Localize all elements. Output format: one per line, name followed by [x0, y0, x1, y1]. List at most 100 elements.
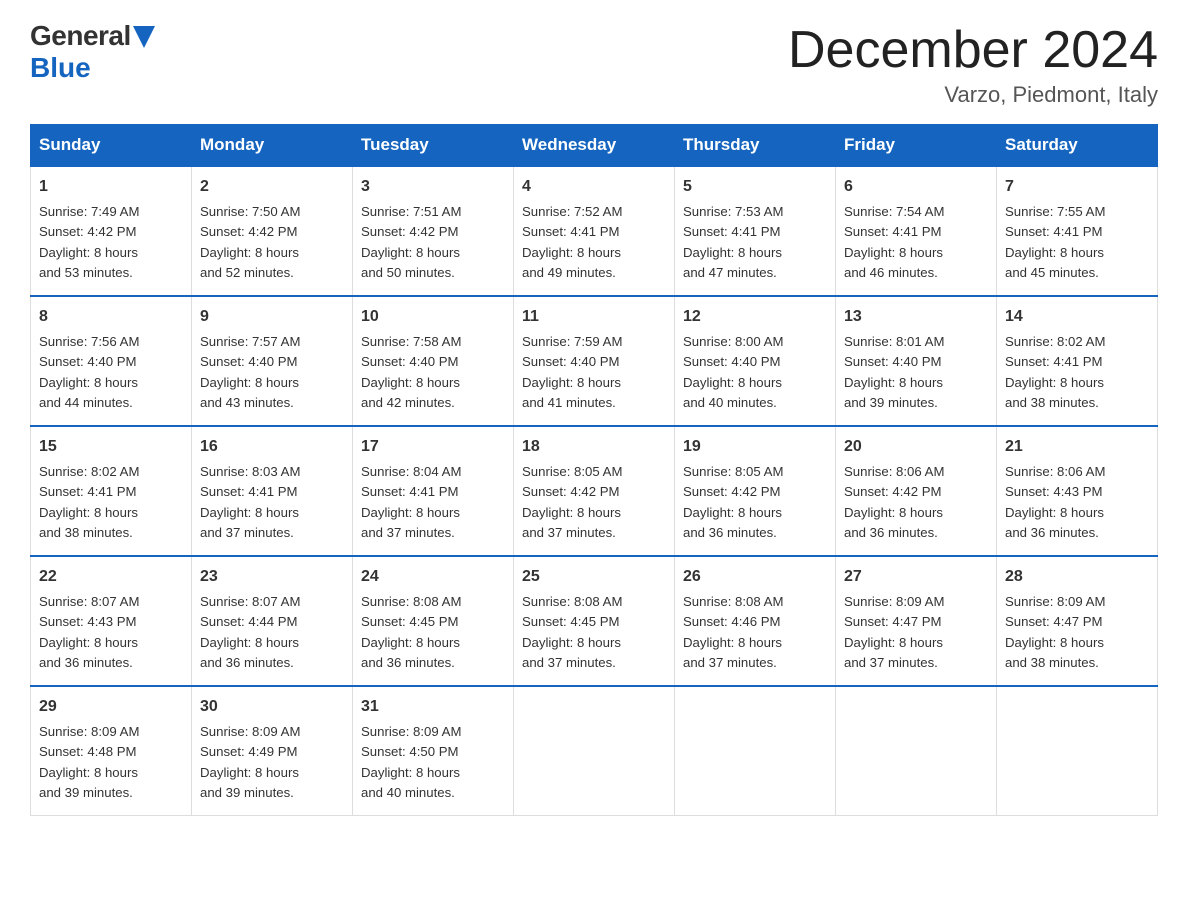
- calendar-body: 1 Sunrise: 7:49 AMSunset: 4:42 PMDayligh…: [31, 166, 1158, 816]
- calendar-cell: 16 Sunrise: 8:03 AMSunset: 4:41 PMDaylig…: [192, 426, 353, 556]
- day-number: 16: [200, 435, 344, 459]
- day-info: Sunrise: 8:05 AMSunset: 4:42 PMDaylight:…: [522, 464, 622, 540]
- day-number: 17: [361, 435, 505, 459]
- day-info: Sunrise: 7:49 AMSunset: 4:42 PMDaylight:…: [39, 204, 139, 280]
- calendar-cell: 21 Sunrise: 8:06 AMSunset: 4:43 PMDaylig…: [997, 426, 1158, 556]
- calendar-cell: 19 Sunrise: 8:05 AMSunset: 4:42 PMDaylig…: [675, 426, 836, 556]
- col-header-tuesday: Tuesday: [353, 125, 514, 167]
- calendar-cell: 8 Sunrise: 7:56 AMSunset: 4:40 PMDayligh…: [31, 296, 192, 426]
- logo: General Blue: [30, 20, 155, 84]
- day-info: Sunrise: 7:52 AMSunset: 4:41 PMDaylight:…: [522, 204, 622, 280]
- day-info: Sunrise: 8:07 AMSunset: 4:44 PMDaylight:…: [200, 594, 300, 670]
- calendar-cell: 13 Sunrise: 8:01 AMSunset: 4:40 PMDaylig…: [836, 296, 997, 426]
- calendar-week-row: 15 Sunrise: 8:02 AMSunset: 4:41 PMDaylig…: [31, 426, 1158, 556]
- calendar-cell: 24 Sunrise: 8:08 AMSunset: 4:45 PMDaylig…: [353, 556, 514, 686]
- col-header-thursday: Thursday: [675, 125, 836, 167]
- calendar-cell: 1 Sunrise: 7:49 AMSunset: 4:42 PMDayligh…: [31, 166, 192, 296]
- day-number: 11: [522, 305, 666, 329]
- calendar-cell: 25 Sunrise: 8:08 AMSunset: 4:45 PMDaylig…: [514, 556, 675, 686]
- day-number: 30: [200, 695, 344, 719]
- day-number: 9: [200, 305, 344, 329]
- month-title: December 2024: [788, 20, 1158, 80]
- calendar-cell: 23 Sunrise: 8:07 AMSunset: 4:44 PMDaylig…: [192, 556, 353, 686]
- calendar-cell: 4 Sunrise: 7:52 AMSunset: 4:41 PMDayligh…: [514, 166, 675, 296]
- day-info: Sunrise: 8:08 AMSunset: 4:45 PMDaylight:…: [522, 594, 622, 670]
- day-number: 8: [39, 305, 183, 329]
- day-info: Sunrise: 8:04 AMSunset: 4:41 PMDaylight:…: [361, 464, 461, 540]
- calendar-cell: 31 Sunrise: 8:09 AMSunset: 4:50 PMDaylig…: [353, 686, 514, 816]
- day-number: 21: [1005, 435, 1149, 459]
- calendar-week-row: 22 Sunrise: 8:07 AMSunset: 4:43 PMDaylig…: [31, 556, 1158, 686]
- calendar-cell: [675, 686, 836, 816]
- day-number: 10: [361, 305, 505, 329]
- calendar-cell: 7 Sunrise: 7:55 AMSunset: 4:41 PMDayligh…: [997, 166, 1158, 296]
- day-number: 23: [200, 565, 344, 589]
- day-info: Sunrise: 8:08 AMSunset: 4:45 PMDaylight:…: [361, 594, 461, 670]
- day-number: 6: [844, 175, 988, 199]
- day-number: 26: [683, 565, 827, 589]
- day-info: Sunrise: 8:09 AMSunset: 4:48 PMDaylight:…: [39, 724, 139, 800]
- day-info: Sunrise: 8:03 AMSunset: 4:41 PMDaylight:…: [200, 464, 300, 540]
- calendar-cell: 14 Sunrise: 8:02 AMSunset: 4:41 PMDaylig…: [997, 296, 1158, 426]
- col-header-friday: Friday: [836, 125, 997, 167]
- day-info: Sunrise: 7:51 AMSunset: 4:42 PMDaylight:…: [361, 204, 461, 280]
- calendar-cell: 28 Sunrise: 8:09 AMSunset: 4:47 PMDaylig…: [997, 556, 1158, 686]
- calendar-cell: 22 Sunrise: 8:07 AMSunset: 4:43 PMDaylig…: [31, 556, 192, 686]
- day-number: 7: [1005, 175, 1149, 199]
- calendar-week-row: 1 Sunrise: 7:49 AMSunset: 4:42 PMDayligh…: [31, 166, 1158, 296]
- logo-blue-text: Blue: [30, 52, 91, 84]
- col-header-monday: Monday: [192, 125, 353, 167]
- calendar-cell: 2 Sunrise: 7:50 AMSunset: 4:42 PMDayligh…: [192, 166, 353, 296]
- day-info: Sunrise: 8:02 AMSunset: 4:41 PMDaylight:…: [39, 464, 139, 540]
- title-block: December 2024 Varzo, Piedmont, Italy: [788, 20, 1158, 108]
- calendar-cell: 15 Sunrise: 8:02 AMSunset: 4:41 PMDaylig…: [31, 426, 192, 556]
- calendar-cell: 3 Sunrise: 7:51 AMSunset: 4:42 PMDayligh…: [353, 166, 514, 296]
- col-header-wednesday: Wednesday: [514, 125, 675, 167]
- day-number: 19: [683, 435, 827, 459]
- calendar-header-row: SundayMondayTuesdayWednesdayThursdayFrid…: [31, 125, 1158, 167]
- calendar-cell: 9 Sunrise: 7:57 AMSunset: 4:40 PMDayligh…: [192, 296, 353, 426]
- day-info: Sunrise: 8:02 AMSunset: 4:41 PMDaylight:…: [1005, 334, 1105, 410]
- day-number: 20: [844, 435, 988, 459]
- day-info: Sunrise: 7:56 AMSunset: 4:40 PMDaylight:…: [39, 334, 139, 410]
- calendar-cell: 26 Sunrise: 8:08 AMSunset: 4:46 PMDaylig…: [675, 556, 836, 686]
- day-number: 18: [522, 435, 666, 459]
- calendar-cell: 30 Sunrise: 8:09 AMSunset: 4:49 PMDaylig…: [192, 686, 353, 816]
- calendar-cell: 12 Sunrise: 8:00 AMSunset: 4:40 PMDaylig…: [675, 296, 836, 426]
- day-info: Sunrise: 7:58 AMSunset: 4:40 PMDaylight:…: [361, 334, 461, 410]
- day-info: Sunrise: 7:53 AMSunset: 4:41 PMDaylight:…: [683, 204, 783, 280]
- day-number: 22: [39, 565, 183, 589]
- calendar-cell: 20 Sunrise: 8:06 AMSunset: 4:42 PMDaylig…: [836, 426, 997, 556]
- day-info: Sunrise: 8:08 AMSunset: 4:46 PMDaylight:…: [683, 594, 783, 670]
- day-number: 1: [39, 175, 183, 199]
- calendar-cell: [997, 686, 1158, 816]
- calendar-cell: 11 Sunrise: 7:59 AMSunset: 4:40 PMDaylig…: [514, 296, 675, 426]
- page-header: General Blue December 2024 Varzo, Piedmo…: [30, 20, 1158, 108]
- day-number: 25: [522, 565, 666, 589]
- day-info: Sunrise: 8:09 AMSunset: 4:49 PMDaylight:…: [200, 724, 300, 800]
- calendar-cell: 27 Sunrise: 8:09 AMSunset: 4:47 PMDaylig…: [836, 556, 997, 686]
- calendar-cell: [514, 686, 675, 816]
- day-number: 14: [1005, 305, 1149, 329]
- day-info: Sunrise: 8:06 AMSunset: 4:42 PMDaylight:…: [844, 464, 944, 540]
- calendar-cell: 18 Sunrise: 8:05 AMSunset: 4:42 PMDaylig…: [514, 426, 675, 556]
- day-info: Sunrise: 8:09 AMSunset: 4:50 PMDaylight:…: [361, 724, 461, 800]
- day-info: Sunrise: 7:57 AMSunset: 4:40 PMDaylight:…: [200, 334, 300, 410]
- calendar-week-row: 8 Sunrise: 7:56 AMSunset: 4:40 PMDayligh…: [31, 296, 1158, 426]
- day-info: Sunrise: 7:59 AMSunset: 4:40 PMDaylight:…: [522, 334, 622, 410]
- calendar-cell: 5 Sunrise: 7:53 AMSunset: 4:41 PMDayligh…: [675, 166, 836, 296]
- day-info: Sunrise: 8:01 AMSunset: 4:40 PMDaylight:…: [844, 334, 944, 410]
- day-number: 13: [844, 305, 988, 329]
- day-info: Sunrise: 7:54 AMSunset: 4:41 PMDaylight:…: [844, 204, 944, 280]
- calendar-cell: [836, 686, 997, 816]
- day-info: Sunrise: 8:07 AMSunset: 4:43 PMDaylight:…: [39, 594, 139, 670]
- day-number: 12: [683, 305, 827, 329]
- day-number: 5: [683, 175, 827, 199]
- location-title: Varzo, Piedmont, Italy: [788, 82, 1158, 108]
- day-number: 2: [200, 175, 344, 199]
- calendar-cell: 17 Sunrise: 8:04 AMSunset: 4:41 PMDaylig…: [353, 426, 514, 556]
- day-info: Sunrise: 8:09 AMSunset: 4:47 PMDaylight:…: [1005, 594, 1105, 670]
- day-number: 29: [39, 695, 183, 719]
- day-number: 4: [522, 175, 666, 199]
- day-number: 31: [361, 695, 505, 719]
